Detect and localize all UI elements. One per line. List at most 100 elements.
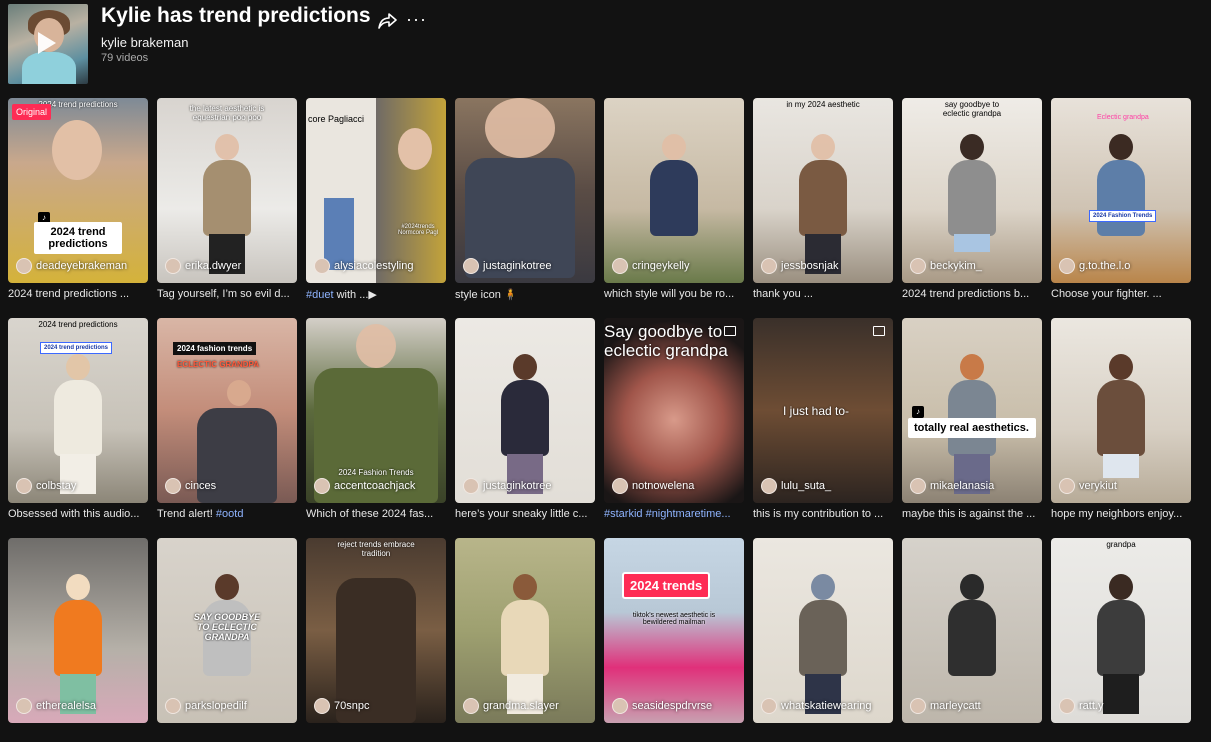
video-thumbnail[interactable]: whatskatiewearing [753,538,893,723]
video-thumbnail[interactable]: the latest aesthetic is equestrian poo p… [157,98,297,283]
username[interactable]: verykiut [1079,480,1117,492]
video-card[interactable]: grandma.slayer [455,538,595,742]
video-caption[interactable]: 2024 trend predictions ... [8,288,148,302]
video-card[interactable]: Eclectic grandpa 2024 Fashion Trends g.t… [1051,98,1191,302]
video-caption[interactable]: 2024 trend predictions b... [902,288,1042,302]
playlist-cover[interactable] [8,4,88,84]
video-card[interactable]: say goodbye to eclectic grandpa beckykim… [902,98,1042,302]
username[interactable]: etherealelsa [36,700,96,712]
video-caption[interactable]: #starkid #nightmaretime... [604,508,744,522]
video-card[interactable]: justaginkotree here’s your sneaky little… [455,318,595,522]
username[interactable]: whatskatiewearing [781,700,872,712]
video-caption[interactable] [455,728,595,742]
video-thumbnail[interactable]: justaginkotree [455,98,595,283]
username[interactable]: colbstay [36,480,76,492]
video-card[interactable]: Say goodbye to eclectic grandpa notnowel… [604,318,744,522]
video-thumbnail[interactable]: ♪ totally real aesthetics. mikaelanasia [902,318,1042,503]
video-thumbnail[interactable]: verykiut [1051,318,1191,503]
video-card[interactable]: 2024 fashion trends ECLECTIC GRANDPA cin… [157,318,297,522]
video-card[interactable]: grandpa ratt.y [1051,538,1191,742]
username[interactable]: marleycatt [930,700,981,712]
video-card[interactable]: I just had to- lulu_suta_ this is my con… [753,318,893,522]
playlist-author[interactable]: kylie brakeman [101,35,188,50]
video-caption[interactable] [902,728,1042,742]
video-thumbnail[interactable]: 2024 trend predictions 2024 trend predic… [8,318,148,503]
video-caption[interactable] [753,728,893,742]
username[interactable]: jessbosnjak [781,260,838,272]
video-card[interactable]: whatskatiewearing [753,538,893,742]
video-thumbnail[interactable]: in my 2024 aesthetic jessbosnjak [753,98,893,283]
username[interactable]: deadeyebrakeman [36,260,127,272]
username[interactable]: grandma.slayer [483,700,559,712]
video-card[interactable]: in my 2024 aesthetic jessbosnjak thank y… [753,98,893,302]
username[interactable]: parkslopedilf [185,700,247,712]
video-thumbnail[interactable]: core Pagliacci #2024trends Normcore Pagl… [306,98,446,283]
video-thumbnail[interactable]: grandma.slayer [455,538,595,723]
video-thumbnail[interactable]: marleycatt [902,538,1042,723]
username[interactable]: mikaelanasia [930,480,994,492]
video-thumbnail[interactable]: 2024 Fashion Trends accentcoachjack [306,318,446,503]
more-icon[interactable]: ··· [406,9,427,30]
video-card[interactable]: verykiut hope my neighbors enjoy... [1051,318,1191,522]
video-caption[interactable]: Obsessed with this audio... [8,508,148,522]
username[interactable]: lulu_suta_ [781,480,831,492]
video-card[interactable]: cringeykelly which style will you be ro.… [604,98,744,302]
video-card[interactable]: the latest aesthetic is equestrian poo p… [157,98,297,302]
video-card[interactable]: 2024 Fashion Trends accentcoachjack Whic… [306,318,446,522]
video-caption[interactable] [604,728,744,742]
username[interactable]: seasidespdrvrse [632,700,712,712]
video-thumbnail[interactable]: Say goodbye to eclectic grandpa notnowel… [604,318,744,503]
share-icon[interactable] [378,12,398,30]
video-caption[interactable]: Which of these 2024 fas... [306,508,446,522]
video-caption[interactable] [157,728,297,742]
video-caption[interactable]: this is my contribution to ... [753,508,893,522]
video-thumbnail[interactable]: SAY GOODBYE TO ECLECTIC GRANDPA parkslop… [157,538,297,723]
username[interactable]: cringeykelly [632,260,689,272]
video-thumbnail[interactable]: Eclectic grandpa 2024 Fashion Trends g.t… [1051,98,1191,283]
video-thumbnail[interactable]: 2024 trend predictions Original ♪ 2024 t… [8,98,148,283]
username[interactable]: 70snpc [334,700,369,712]
video-caption[interactable]: Choose your fighter. ... [1051,288,1191,302]
video-card[interactable]: justaginkotree style icon 🧍 [455,98,595,302]
username[interactable]: notnowelena [632,480,694,492]
video-caption[interactable]: Tag yourself, I’m so evil d... [157,288,297,302]
username[interactable]: cinces [185,480,216,492]
video-caption[interactable] [1051,728,1191,742]
video-thumbnail[interactable]: 2024 fashion trends ECLECTIC GRANDPA cin… [157,318,297,503]
video-caption[interactable]: Trend alert! #ootd [157,508,297,522]
video-caption[interactable]: thank you ... [753,288,893,302]
video-caption[interactable]: here’s your sneaky little c... [455,508,595,522]
video-thumbnail[interactable]: grandpa ratt.y [1051,538,1191,723]
video-caption[interactable]: maybe this is against the ... [902,508,1042,522]
video-thumbnail[interactable]: cringeykelly [604,98,744,283]
username[interactable]: ratt.y [1079,700,1103,712]
video-thumbnail[interactable]: etherealelsa [8,538,148,723]
video-caption[interactable] [8,728,148,742]
video-thumbnail[interactable]: reject trends embrace tradition 70snpc [306,538,446,723]
username[interactable]: justaginkotree [483,480,552,492]
video-thumbnail[interactable]: justaginkotree [455,318,595,503]
video-caption[interactable]: which style will you be ro... [604,288,744,302]
video-thumbnail[interactable]: 2024 trends tiktok's newest aesthetic is… [604,538,744,723]
video-card[interactable]: etherealelsa [8,538,148,742]
username[interactable]: beckykim_ [930,260,982,272]
username[interactable]: accentcoachjack [334,480,415,492]
hashtag[interactable]: #starkid #nightmaretime... [604,508,731,520]
video-card[interactable]: marleycatt [902,538,1042,742]
video-thumbnail[interactable]: say goodbye to eclectic grandpa beckykim… [902,98,1042,283]
hashtag[interactable]: #duet [306,289,334,301]
video-card[interactable]: 2024 trend predictions Original ♪ 2024 t… [8,98,148,302]
video-card[interactable]: reject trends embrace tradition 70snpc [306,538,446,742]
hashtag[interactable]: #ootd [216,508,244,520]
video-caption[interactable]: style icon 🧍 [455,288,595,302]
username[interactable]: justaginkotree [483,260,552,272]
username[interactable]: g.to.the.l.o [1079,260,1130,272]
video-thumbnail[interactable]: I just had to- lulu_suta_ [753,318,893,503]
video-card[interactable]: 2024 trends tiktok's newest aesthetic is… [604,538,744,742]
video-caption[interactable]: hope my neighbors enjoy... [1051,508,1191,522]
video-card[interactable]: ♪ totally real aesthetics. mikaelanasia … [902,318,1042,522]
video-card[interactable]: core Pagliacci #2024trends Normcore Pagl… [306,98,446,302]
video-caption[interactable] [306,728,446,742]
video-caption[interactable]: #duet with ...▶ [306,288,446,302]
username[interactable]: erika.dwyer [185,260,241,272]
